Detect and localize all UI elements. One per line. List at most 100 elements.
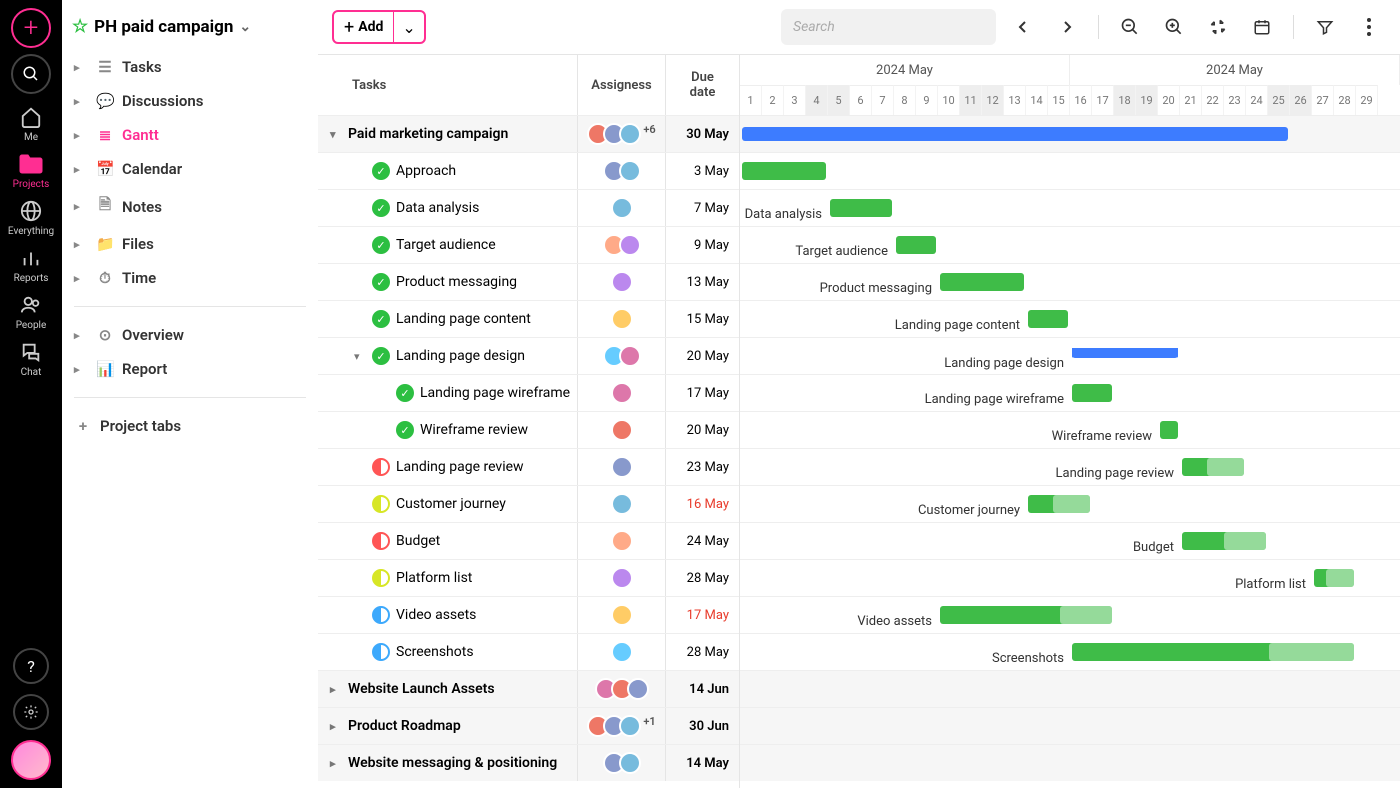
due-date[interactable]: 17 May <box>666 375 739 411</box>
task-row[interactable]: Landing page review23 May <box>318 448 739 485</box>
due-date[interactable]: 3 May <box>666 153 739 189</box>
sidebar-time[interactable]: ▸⏱Time <box>70 262 310 294</box>
task-row[interactable]: ✓Approach3 May <box>318 152 739 189</box>
due-date[interactable]: 15 May <box>666 301 739 337</box>
next-button[interactable] <box>1050 10 1084 44</box>
assignee-stack[interactable] <box>611 604 633 626</box>
due-date[interactable]: 20 May <box>666 338 739 374</box>
sidebar-notes[interactable]: ▸🗎Notes <box>70 187 310 226</box>
collapse-icon[interactable] <box>1201 10 1235 44</box>
settings-button[interactable] <box>13 694 49 730</box>
sidebar-files[interactable]: ▸📁Files <box>70 228 310 260</box>
due-date[interactable]: 16 May <box>666 486 739 522</box>
zoom-in-icon[interactable] <box>1157 10 1191 44</box>
gantt-bar[interactable]: Video assets <box>940 606 1112 624</box>
more-icon[interactable] <box>1352 10 1386 44</box>
today-icon[interactable] <box>1245 10 1279 44</box>
rail-me[interactable]: Me <box>8 100 54 147</box>
sidebar-discussions[interactable]: ▸💬Discussions <box>70 85 310 117</box>
rail-chat[interactable]: Chat <box>8 335 54 382</box>
gantt-bar[interactable]: Landing page review <box>1182 458 1244 476</box>
task-row[interactable]: Platform list28 May <box>318 559 739 596</box>
task-row[interactable]: ▾Paid marketing campaign+630 May <box>318 115 739 152</box>
global-search-button[interactable] <box>11 54 51 94</box>
zoom-out-icon[interactable] <box>1113 10 1147 44</box>
help-button[interactable]: ? <box>13 648 49 684</box>
task-row[interactable]: ▸Product Roadmap+130 Jun <box>318 707 739 744</box>
sidebar-overview[interactable]: ▸⊙Overview <box>70 319 310 351</box>
assignee-stack[interactable] <box>611 197 633 219</box>
task-row[interactable]: ▸Website messaging & positioning14 May <box>318 744 739 781</box>
assignee-stack[interactable] <box>611 530 633 552</box>
gantt-bar[interactable] <box>742 127 1288 141</box>
gantt-bar[interactable]: Screenshots <box>1072 643 1354 661</box>
prev-button[interactable] <box>1006 10 1040 44</box>
assignee-stack[interactable] <box>603 160 641 182</box>
gantt-bar[interactable]: Landing page design <box>1072 348 1178 358</box>
assignee-stack[interactable] <box>611 419 633 441</box>
assignee-stack[interactable] <box>611 567 633 589</box>
star-icon[interactable]: ☆ <box>72 16 88 37</box>
due-date[interactable]: 9 May <box>666 227 739 263</box>
project-title[interactable]: ☆ PH paid campaign ⌄ <box>70 12 310 51</box>
assignee-stack[interactable] <box>611 271 633 293</box>
rail-projects[interactable]: Projects <box>8 147 54 194</box>
due-date[interactable]: 24 May <box>666 523 739 559</box>
assignee-stack[interactable] <box>595 678 649 700</box>
gantt-bar[interactable]: Target audience <box>896 236 936 254</box>
assignee-stack[interactable] <box>603 345 641 367</box>
rail-everything[interactable]: Everything <box>8 194 54 241</box>
assignee-stack[interactable] <box>603 234 641 256</box>
add-button[interactable]: +Add ⌄ <box>332 10 426 44</box>
sidebar-tasks[interactable]: ▸☰Tasks <box>70 51 310 83</box>
gantt-bar[interactable]: Platform list <box>1314 569 1354 587</box>
gantt-chart[interactable]: 2024 May2024 May 12345678910111213141516… <box>740 55 1400 788</box>
assignee-stack[interactable] <box>611 456 633 478</box>
due-date[interactable]: 17 May <box>666 597 739 633</box>
task-row[interactable]: ✓Data analysis7 May <box>318 189 739 226</box>
sidebar-gantt[interactable]: ▸≣Gantt <box>70 119 310 151</box>
assignee-stack[interactable] <box>611 493 633 515</box>
assignee-stack[interactable] <box>611 641 633 663</box>
user-avatar[interactable] <box>11 740 51 780</box>
col-header-due[interactable]: Due date <box>666 55 739 115</box>
task-row[interactable]: ▾✓Landing page design20 May <box>318 337 739 374</box>
gantt-bar[interactable]: Data analysis <box>830 199 892 217</box>
due-date[interactable]: 30 May <box>666 116 739 152</box>
task-row[interactable]: ✓Landing page content15 May <box>318 300 739 337</box>
due-date[interactable]: 28 May <box>666 634 739 670</box>
task-row[interactable]: ✓Landing page wireframe17 May <box>318 374 739 411</box>
task-row[interactable]: ▸Website Launch Assets14 Jun <box>318 670 739 707</box>
add-dropdown[interactable]: ⌄ <box>393 12 423 42</box>
search-input[interactable]: Search <box>781 9 996 45</box>
gantt-bar[interactable]: Budget <box>1182 532 1266 550</box>
rail-reports[interactable]: Reports <box>8 241 54 288</box>
task-row[interactable]: Budget24 May <box>318 522 739 559</box>
rail-people[interactable]: People <box>8 288 54 335</box>
col-header-assignees[interactable]: Assigness <box>578 55 666 115</box>
gantt-bar[interactable]: Product messaging <box>940 273 1024 291</box>
due-date[interactable]: 7 May <box>666 190 739 226</box>
sidebar-project-tabs[interactable]: +Project tabs <box>70 410 310 442</box>
gantt-bar[interactable]: Wireframe review <box>1160 421 1178 439</box>
task-row[interactable]: Customer journey16 May <box>318 485 739 522</box>
task-row[interactable]: ✓Wireframe review20 May <box>318 411 739 448</box>
due-date[interactable]: 14 May <box>666 745 739 781</box>
gantt-bar[interactable] <box>742 162 826 180</box>
due-date[interactable]: 28 May <box>666 560 739 596</box>
task-row[interactable]: ✓Target audience9 May <box>318 226 739 263</box>
filter-icon[interactable] <box>1308 10 1342 44</box>
global-add-button[interactable]: + <box>11 8 51 48</box>
due-date[interactable]: 23 May <box>666 449 739 485</box>
gantt-bar[interactable]: Landing page content <box>1028 310 1068 328</box>
assignee-stack[interactable] <box>603 752 641 774</box>
sidebar-report[interactable]: ▸📊Report <box>70 353 310 385</box>
assignee-stack[interactable]: +1 <box>587 715 655 737</box>
assignee-stack[interactable] <box>611 382 633 404</box>
gantt-bar[interactable]: Customer journey <box>1028 495 1090 513</box>
gantt-bar[interactable]: Landing page wireframe <box>1072 384 1112 402</box>
due-date[interactable]: 30 Jun <box>666 708 739 744</box>
task-row[interactable]: ✓Product messaging13 May <box>318 263 739 300</box>
task-row[interactable]: Screenshots28 May <box>318 633 739 670</box>
sidebar-calendar[interactable]: ▸📅Calendar <box>70 153 310 185</box>
